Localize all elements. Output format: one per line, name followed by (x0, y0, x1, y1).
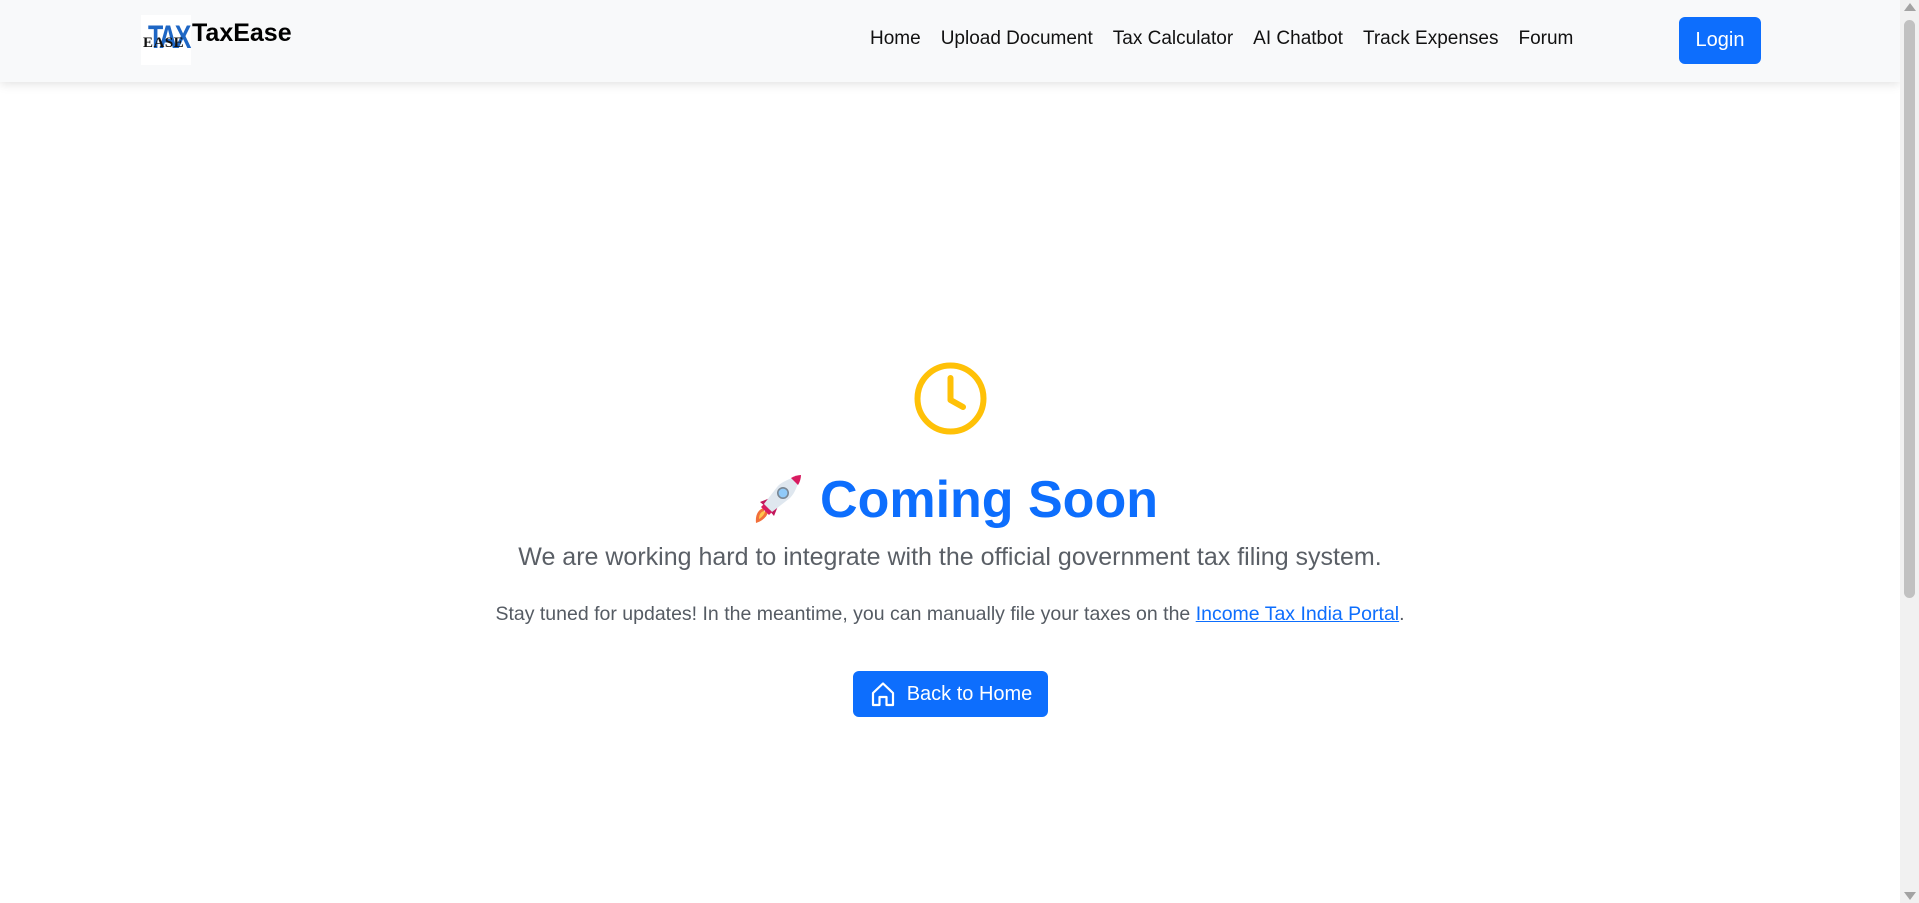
note-prefix: Stay tuned for updates! In the meantime,… (495, 603, 1196, 625)
note-text: Stay tuned for updates! In the meantime,… (0, 603, 1900, 626)
nav-links: Home Upload Document Tax Calculator AI C… (870, 28, 1593, 50)
navbar: TAX EASE TaxEase Home Upload Document Ta… (0, 0, 1900, 82)
nav-link-forum[interactable]: Forum (1518, 28, 1573, 50)
lead-text: We are working hard to integrate with th… (518, 543, 1382, 571)
title-row: Coming Soon (0, 470, 1900, 530)
scrollbar-thumb[interactable] (1904, 20, 1915, 598)
note-suffix: . (1399, 603, 1405, 625)
brand-name: TaxEase (192, 18, 292, 47)
login-button[interactable]: Login (1679, 17, 1761, 64)
rocket-icon (755, 475, 802, 523)
nav-link-home[interactable]: Home (870, 28, 921, 50)
brand[interactable]: TAX EASE TaxEase (141, 15, 292, 65)
logo-ease-text: EASE (143, 35, 185, 51)
nav-link-ai-chatbot[interactable]: AI Chatbot (1253, 28, 1343, 50)
scroll-down-icon[interactable] (1904, 892, 1916, 900)
page-title: Coming Soon (820, 471, 1158, 529)
nav-link-upload-document[interactable]: Upload Document (941, 28, 1093, 50)
income-tax-portal-link[interactable]: Income Tax India Portal (1196, 603, 1399, 625)
taxease-logo: TAX EASE (141, 15, 191, 65)
nav-link-track-expenses[interactable]: Track Expenses (1363, 28, 1499, 50)
vertical-scrollbar[interactable] (1900, 0, 1919, 903)
clock-icon (914, 362, 987, 435)
back-to-home-label: Back to Home (906, 682, 1033, 705)
house-icon (871, 682, 894, 707)
back-to-home-button[interactable]: Back to Home (853, 671, 1048, 717)
nav-link-tax-calculator[interactable]: Tax Calculator (1113, 28, 1233, 50)
scroll-up-icon[interactable] (1904, 3, 1916, 11)
